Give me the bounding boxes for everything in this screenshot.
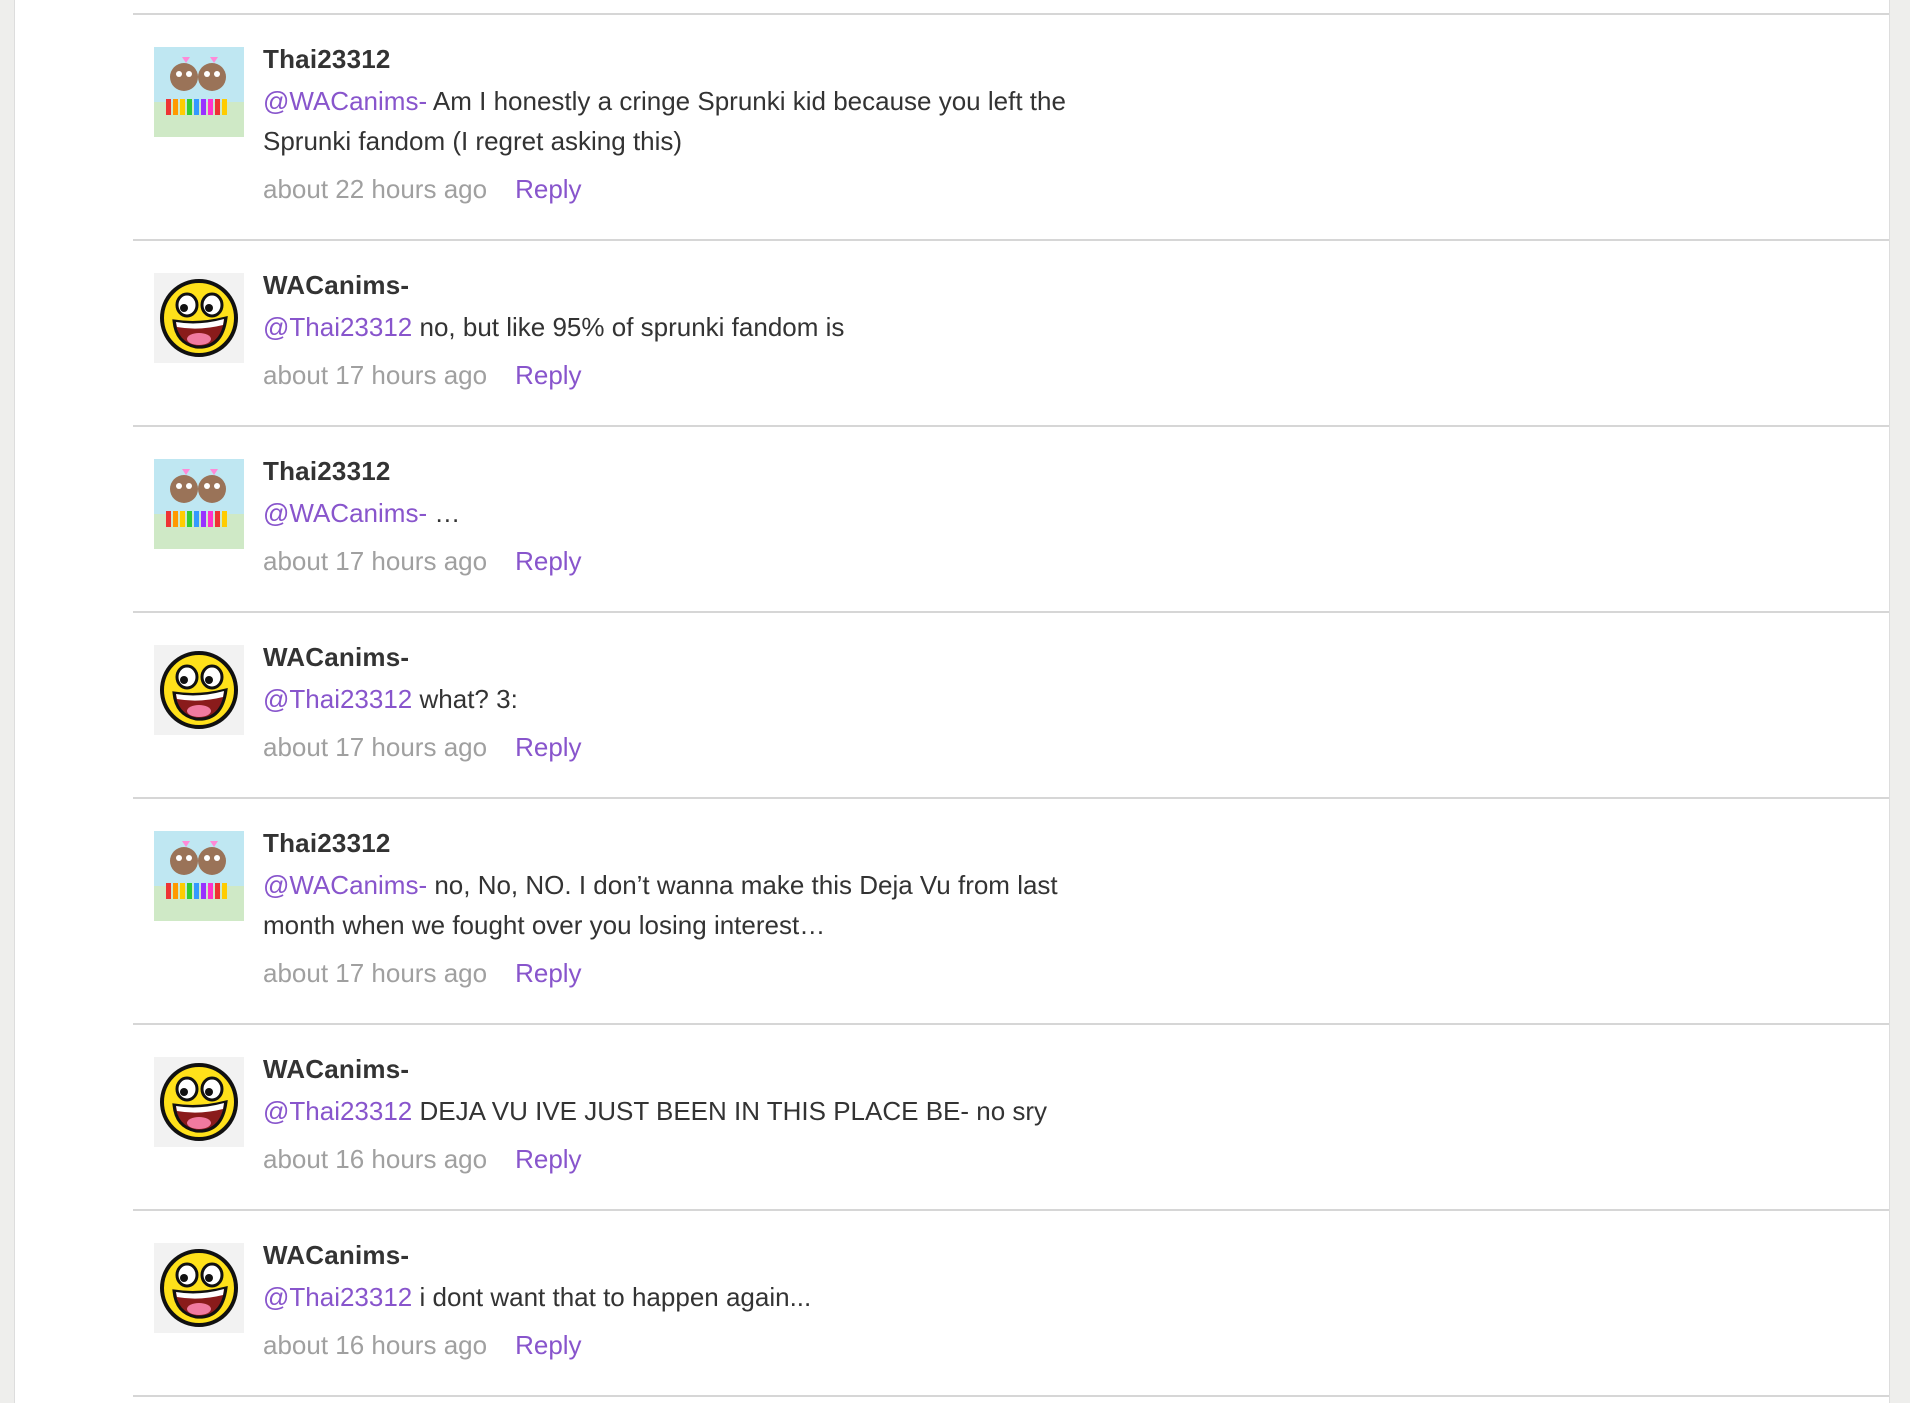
awesome-face-icon [154,273,244,363]
comment: Thai23312 @WACanims- … about 17 hours ag… [133,427,1889,613]
comment-message: i dont want that to happen again... [412,1282,812,1312]
avatar-awesome-face[interactable] [154,1243,244,1333]
comment: WACanims- @Thai23312 no, but like 95% of… [133,241,1889,427]
comment: Thai23312 @WACanims- Am I honestly a cri… [133,15,1889,241]
sprunki-avatar-icon [154,831,244,921]
comment-thread: Thai23312 @WACanims- Am I honestly a cri… [133,13,1889,1397]
comment: Thai23312 @WACanims- no, No, NO. I don’t… [133,799,1889,1025]
reply-button[interactable]: Reply [515,174,581,204]
timestamp: about 16 hours ago [263,1144,488,1174]
mention-link[interactable]: @WACanims- [263,86,427,116]
mention-link[interactable]: @WACanims- [263,870,427,900]
comment-meta: about 22 hours ago Reply [263,169,1869,209]
comment: WACanims- @Thai23312 DEJA VU IVE JUST BE… [133,1025,1889,1211]
reply-button[interactable]: Reply [515,546,581,576]
reply-button[interactable]: Reply [515,1330,581,1360]
avatar-sprunki[interactable] [154,831,244,921]
reply-button[interactable]: Reply [515,732,581,762]
comment-username[interactable]: Thai23312 [263,453,1869,489]
comment-username[interactable]: Thai23312 [263,825,1869,861]
comment-username[interactable]: WACanims- [263,639,1869,675]
comment-text: @WACanims- no, No, NO. I don’t wanna mak… [263,865,1083,945]
mention-link[interactable]: @Thai23312 [263,1282,412,1312]
reply-button[interactable]: Reply [515,360,581,390]
comment-text: @Thai23312 no, but like 95% of sprunki f… [263,307,1083,347]
mention-link[interactable]: @WACanims- [263,498,427,528]
comment-meta: about 17 hours ago Reply [263,541,1869,581]
reply-button[interactable]: Reply [515,958,581,988]
mention-link[interactable]: @Thai23312 [263,1096,412,1126]
awesome-face-icon [154,1243,244,1333]
avatar-awesome-face[interactable] [154,1057,244,1147]
page-panel: Thai23312 @WACanims- Am I honestly a cri… [14,0,1890,1403]
timestamp: about 16 hours ago [263,1330,488,1360]
sprunki-avatar-icon [154,47,244,137]
comment: WACanims- @Thai23312 what? 3: about 17 h… [133,613,1889,799]
reply-button[interactable]: Reply [515,1144,581,1174]
comment-meta: about 17 hours ago Reply [263,355,1869,395]
comment-meta: about 17 hours ago Reply [263,727,1869,767]
comment-text: @Thai23312 i dont want that to happen ag… [263,1277,1083,1317]
awesome-face-icon [154,1057,244,1147]
comment-text: @WACanims- Am I honestly a cringe Sprunk… [263,81,1083,161]
comment-message: no, but like 95% of sprunki fandom is [412,312,845,342]
avatar-sprunki[interactable] [154,47,244,137]
comment: WACanims- @Thai23312 i dont want that to… [133,1211,1889,1397]
comment-meta: about 17 hours ago Reply [263,953,1869,993]
timestamp: about 17 hours ago [263,732,488,762]
comment-message: DEJA VU IVE JUST BEEN IN THIS PLACE BE- … [412,1096,1048,1126]
avatar-awesome-face[interactable] [154,273,244,363]
comment-username[interactable]: WACanims- [263,1051,1869,1087]
comment-username[interactable]: WACanims- [263,267,1869,303]
timestamp: about 22 hours ago [263,174,488,204]
timestamp: about 17 hours ago [263,958,488,988]
timestamp: about 17 hours ago [263,360,488,390]
comment-message: … [427,498,461,528]
avatar-awesome-face[interactable] [154,645,244,735]
timestamp: about 17 hours ago [263,546,488,576]
comment-message: what? 3: [412,684,518,714]
comment-meta: about 16 hours ago Reply [263,1325,1869,1365]
mention-link[interactable]: @Thai23312 [263,684,412,714]
awesome-face-icon [154,645,244,735]
comment-text: @Thai23312 DEJA VU IVE JUST BEEN IN THIS… [263,1091,1083,1131]
comment-text: @Thai23312 what? 3: [263,679,1083,719]
avatar-sprunki[interactable] [154,459,244,549]
mention-link[interactable]: @Thai23312 [263,312,412,342]
comment-text: @WACanims- … [263,493,1083,533]
sprunki-avatar-icon [154,459,244,549]
comment-username[interactable]: Thai23312 [263,41,1869,77]
comment-username[interactable]: WACanims- [263,1237,1869,1273]
comment-meta: about 16 hours ago Reply [263,1139,1869,1179]
